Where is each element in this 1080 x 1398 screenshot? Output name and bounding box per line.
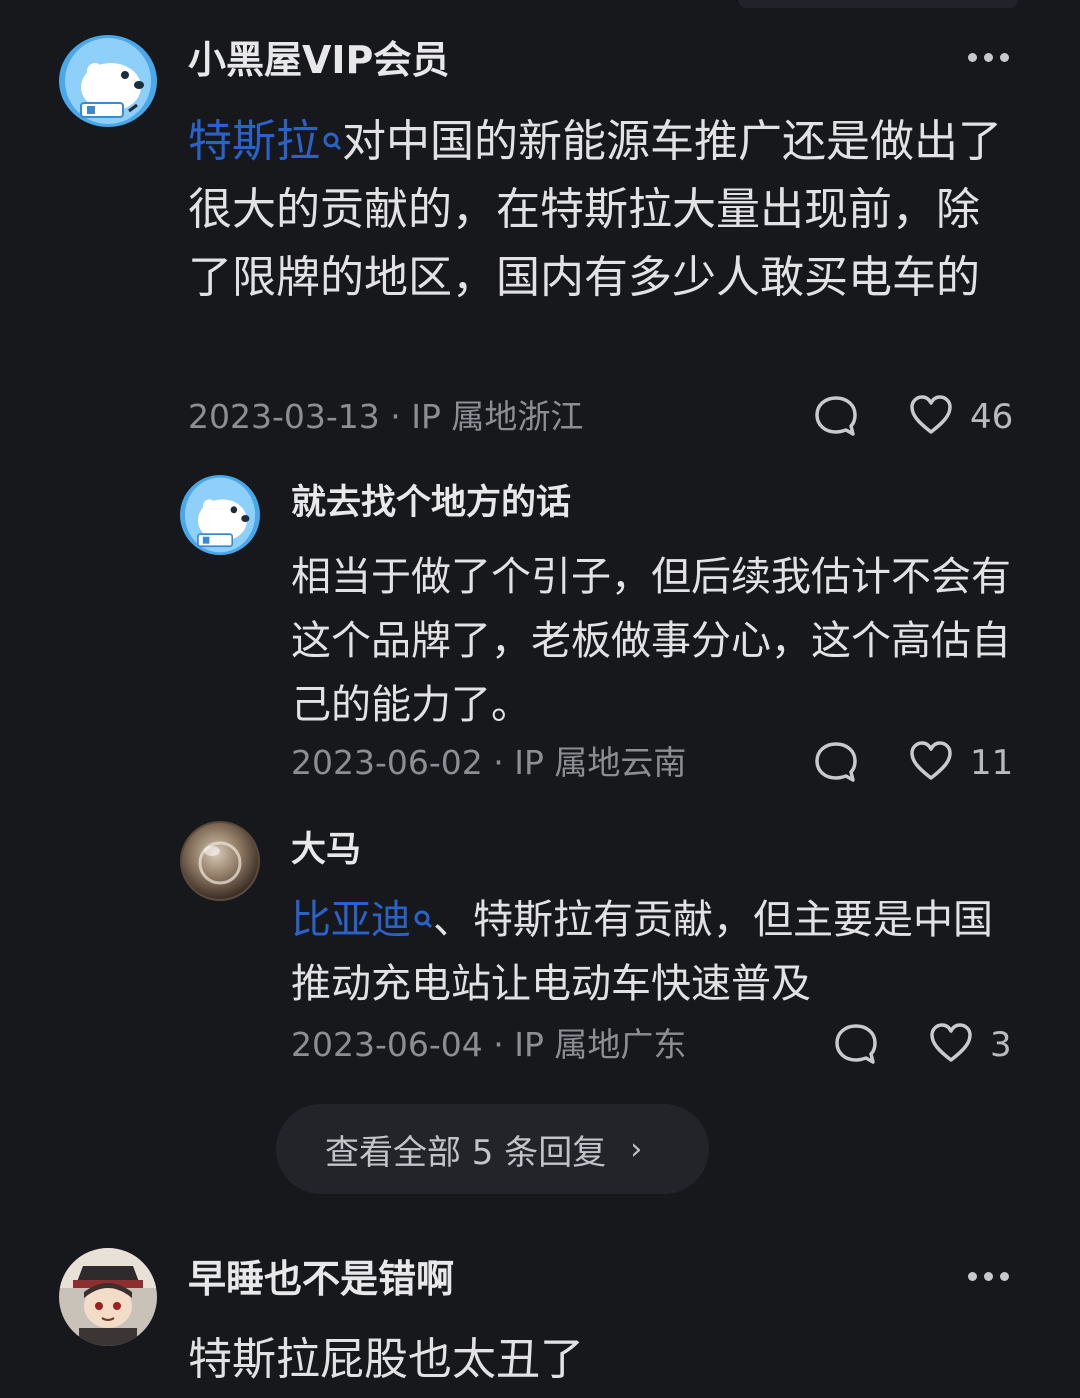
more-options-button[interactable] xyxy=(968,53,1009,62)
like-count: 46 xyxy=(970,397,1014,437)
search-icon xyxy=(320,108,342,176)
topic-link[interactable]: 特斯拉 xyxy=(188,116,342,167)
username[interactable]: 就去找个地方的话 xyxy=(291,480,571,526)
comment-meta: 2023-03-13 · IP 属地浙江 xyxy=(188,397,584,436)
reply-meta: 2023-06-02 · IP 属地云南 xyxy=(291,743,687,782)
polar-bear-avatar-icon xyxy=(180,475,260,555)
topic-link[interactable]: 比亚迪 xyxy=(291,897,433,943)
search-icon xyxy=(411,888,433,952)
polar-bear-avatar-icon xyxy=(59,35,157,127)
reply-icon[interactable] xyxy=(813,394,859,442)
avatar[interactable] xyxy=(59,35,157,127)
more-options-button[interactable] xyxy=(968,1272,1009,1281)
previous-element-edge xyxy=(738,0,1018,8)
username[interactable]: 小黑屋VIP会员 xyxy=(188,36,449,84)
comment-text: 特斯拉 对中国的新能源车推广还是做出了很大的贡献的，在特斯拉大量出现前，除了限牌的… xyxy=(188,108,1018,312)
avatar[interactable] xyxy=(180,821,260,901)
reply-icon[interactable] xyxy=(813,740,859,788)
chevron-right-icon: › xyxy=(630,1131,643,1167)
like-count: 3 xyxy=(990,1025,1012,1065)
reply-text: 相当于做了个引子，但后续我估计不会有这个品牌了，老板做事分心，这个高估自己的能力… xyxy=(291,554,1011,728)
view-all-replies-button[interactable]: 查看全部 5 条回复 › xyxy=(276,1104,709,1194)
reply-icon[interactable] xyxy=(833,1022,879,1070)
avatar[interactable] xyxy=(59,1248,157,1346)
username[interactable]: 早睡也不是错啊 xyxy=(188,1255,454,1303)
reply-meta: 2023-06-04 · IP 属地广东 xyxy=(291,1025,687,1064)
comment-text: 特斯拉屁股也太丑了 xyxy=(188,1334,584,1385)
like-count: 11 xyxy=(970,743,1014,783)
crystal-ball-avatar-icon xyxy=(180,821,260,901)
reply-text: 比亚迪 、特斯拉有贡献，但主要是中国推动充电站让电动车快速普及 xyxy=(291,888,1019,1016)
like-icon[interactable] xyxy=(908,740,954,786)
like-icon[interactable] xyxy=(928,1022,974,1068)
anime-character-avatar-icon xyxy=(59,1248,157,1346)
avatar[interactable] xyxy=(180,475,260,555)
username[interactable]: 大马 xyxy=(291,827,361,873)
like-icon[interactable] xyxy=(908,394,954,440)
view-all-label: 查看全部 5 条回复 xyxy=(325,1132,607,1173)
